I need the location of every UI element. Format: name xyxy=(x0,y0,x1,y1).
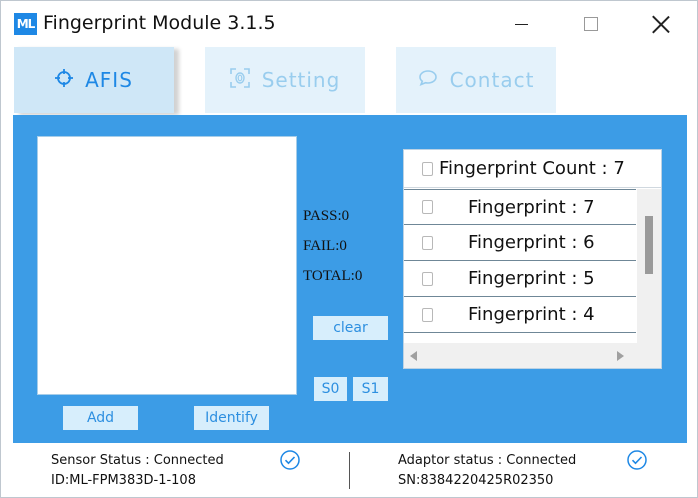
pass-count: PASS:0 xyxy=(303,208,350,224)
window-title: Fingerprint Module 3.1.5 xyxy=(43,12,276,34)
sensor-status: Sensor Status : Connected xyxy=(51,453,224,468)
fingerprint-image-area xyxy=(37,136,297,395)
tab-setting[interactable]: Setting xyxy=(205,47,365,113)
list-item-label: Fingerprint : 5 xyxy=(468,268,595,289)
check-circle-icon xyxy=(627,450,647,470)
tab-afis-label: AFIS xyxy=(85,68,133,92)
list-item[interactable]: Fingerprint : 6 xyxy=(404,225,636,261)
fingerprint-rows: Fingerprint : 7 Fingerprint : 6 Fingerpr… xyxy=(404,189,636,341)
fingerprint-count-label: Fingerprint Count : 7 xyxy=(439,158,625,179)
row-checkbox[interactable] xyxy=(422,271,433,286)
tab-contact-label: Contact xyxy=(449,68,535,92)
row-checkbox[interactable] xyxy=(422,235,433,250)
fingerprint-list-header[interactable]: Fingerprint Count : 7 xyxy=(404,150,661,188)
tab-contact[interactable]: Contact xyxy=(396,47,556,113)
maximize-button[interactable] xyxy=(571,9,611,39)
row-checkbox[interactable] xyxy=(422,200,433,214)
list-item-label: Fingerprint : 4 xyxy=(468,304,595,325)
list-item[interactable]: Fingerprint : 4 xyxy=(404,297,636,333)
crosshair-icon xyxy=(55,68,74,92)
maximize-icon xyxy=(584,17,598,31)
total-count: TOTAL:0 xyxy=(303,268,363,284)
afis-panel: PASS:0 FAIL:0 TOTAL:0 clear S0 S1 Add Id… xyxy=(13,115,687,443)
tab-setting-label: Setting xyxy=(261,68,341,92)
close-button[interactable] xyxy=(641,9,681,39)
chat-bubble-icon xyxy=(418,68,438,92)
row-checkbox[interactable] xyxy=(422,307,433,322)
close-icon xyxy=(652,15,670,33)
list-item[interactable]: Fingerprint : 7 xyxy=(404,189,636,225)
fingerprint-scan-icon xyxy=(229,67,250,93)
status-divider xyxy=(349,452,350,489)
list-item-label: Fingerprint : 6 xyxy=(468,232,595,253)
identify-button[interactable]: Identify xyxy=(194,406,269,430)
sensor-id: ID:ML-FPM383D-1-108 xyxy=(51,473,196,488)
scroll-left-icon[interactable] xyxy=(410,351,417,361)
s1-button[interactable]: S1 xyxy=(353,377,388,401)
check-circle-icon xyxy=(280,450,300,470)
s0-button[interactable]: S0 xyxy=(314,377,347,401)
title-bar: ML Fingerprint Module 3.1.5 xyxy=(1,1,697,45)
adaptor-status: Adaptor status : Connected xyxy=(398,453,577,468)
fail-count: FAIL:0 xyxy=(303,238,347,254)
select-all-checkbox[interactable] xyxy=(422,161,433,176)
scroll-right-icon[interactable] xyxy=(617,351,624,361)
tab-afis[interactable]: AFIS xyxy=(14,47,174,113)
list-item[interactable]: Fingerprint : 5 xyxy=(404,261,636,297)
minimize-button[interactable] xyxy=(501,9,541,39)
fingerprint-list: Fingerprint Count : 7 Fingerprint : 7 Fi… xyxy=(403,149,662,369)
app-window: ML Fingerprint Module 3.1.5 AFIS Setting… xyxy=(0,0,698,498)
vertical-scrollbar[interactable] xyxy=(637,189,661,343)
add-button[interactable]: Add xyxy=(63,406,138,430)
scrollbar-thumb[interactable] xyxy=(645,216,653,274)
list-item-label: Fingerprint : 7 xyxy=(468,196,595,218)
clear-button[interactable]: clear xyxy=(313,316,388,340)
app-logo: ML xyxy=(14,13,37,35)
horizontal-scrollbar[interactable] xyxy=(404,343,661,368)
minimize-icon xyxy=(514,23,528,25)
adaptor-sn: SN:8384220425R02350 xyxy=(398,473,554,488)
